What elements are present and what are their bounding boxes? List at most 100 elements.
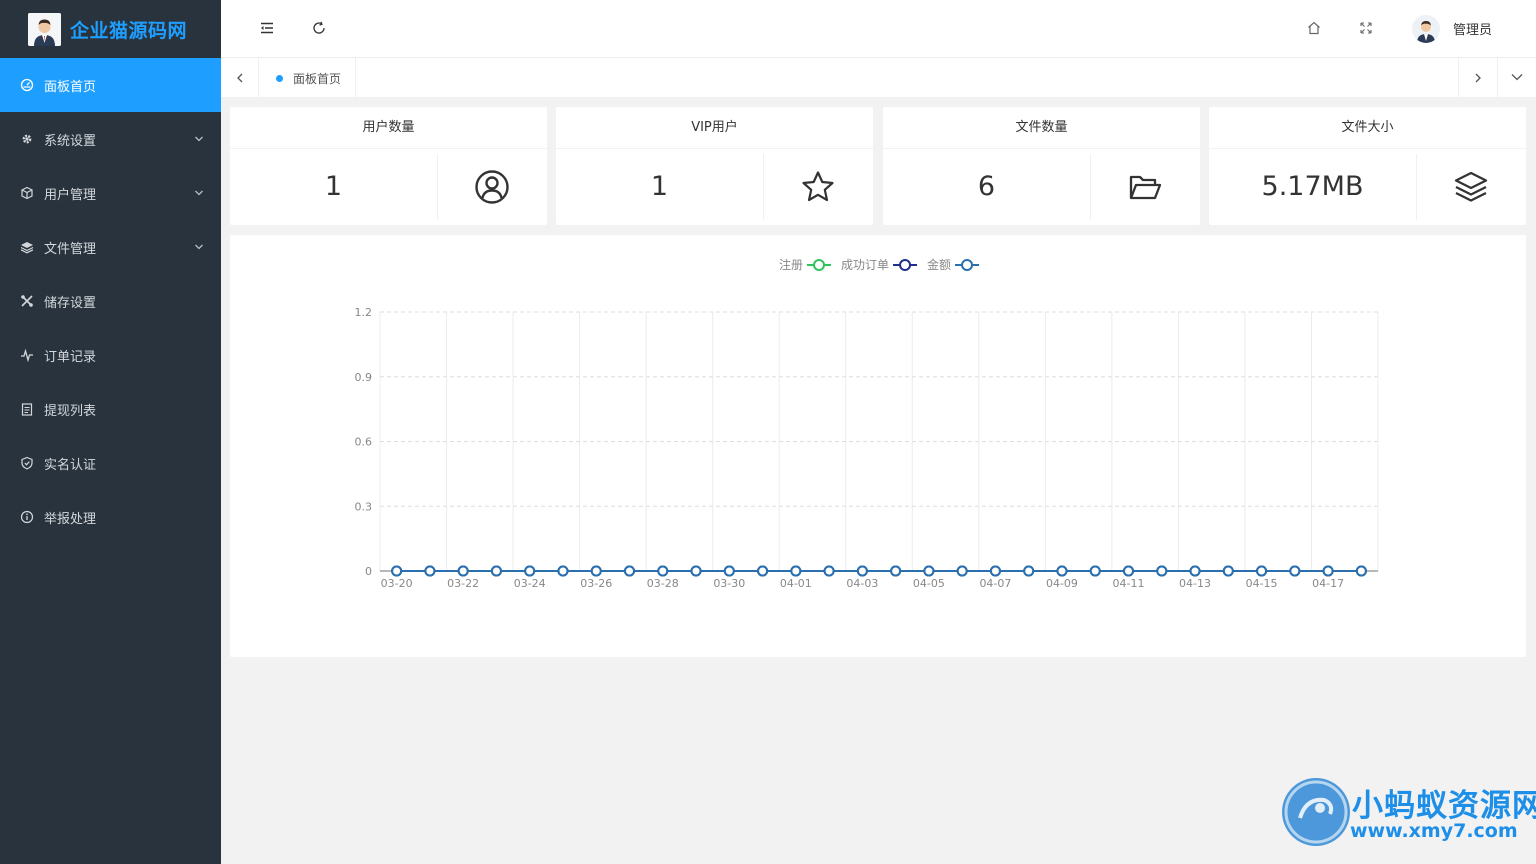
data-point [1189, 565, 1201, 577]
tab-options-button[interactable] [1497, 58, 1535, 98]
data-point [590, 565, 602, 577]
star-icon [763, 149, 873, 225]
chevron-down-icon [193, 133, 205, 145]
chevron-down-icon [193, 187, 205, 199]
data-point [624, 565, 635, 577]
layers-icon [1416, 149, 1526, 225]
sidebar-item-real-name-auth[interactable]: 实名认证 [0, 436, 221, 490]
x-tick-label: 04-15 [1246, 577, 1278, 590]
tab-dashboard[interactable]: 面板首页 [260, 58, 357, 98]
active-dot-icon [276, 74, 283, 82]
x-tick-label: 04-01 [780, 577, 812, 590]
avatar[interactable] [1412, 15, 1440, 43]
data-point [524, 565, 536, 577]
admin-name[interactable]: 管理员 [1453, 19, 1492, 38]
refresh-icon[interactable] [309, 18, 329, 38]
home-icon[interactable] [1304, 18, 1324, 38]
sidebar-item-label: 提现列表 [44, 403, 97, 419]
x-tick-label: 03-30 [713, 577, 745, 590]
y-tick-label: 0.9 [355, 371, 373, 384]
chevron-right-icon [1472, 69, 1484, 88]
pulse-icon [20, 348, 34, 362]
watermark: 小蚂蚁资源网 www.xmy7.com [1282, 778, 1536, 848]
line-chart: 0 0.3 0.6 0.9 1.2 03-20 03-22 03-24 03-26 03-28 03… [355, 257, 1379, 590]
clipboard-icon [20, 402, 34, 416]
sidebar-item-file-management[interactable]: 文件管理 [0, 220, 221, 274]
data-point [723, 565, 735, 577]
sidebar-item-storage-settings[interactable]: 储存设置 [0, 274, 221, 328]
sidebar-item-dashboard[interactable]: 面板首页 [0, 58, 221, 112]
y-tick-label: 0.3 [355, 500, 373, 513]
sidebar-item-withdraw-list[interactable]: 提现列表 [0, 382, 221, 436]
legend-label: 注册 [779, 257, 803, 272]
legend-label: 金额 [927, 257, 951, 272]
x-tick-label: 04-11 [1113, 577, 1145, 590]
data-point [1322, 565, 1334, 577]
chart-panel: 0 0.3 0.6 0.9 1.2 03-20 03-22 03-24 03-26 03-28 03… [230, 235, 1526, 657]
sidebar-item-label: 面板首页 [44, 79, 97, 95]
menu-fold-icon[interactable] [257, 18, 277, 38]
data-point [923, 565, 935, 577]
data-point [1355, 565, 1367, 577]
watermark-logo-icon [1282, 778, 1350, 846]
stat-card-file-size: 文件大小 5.17MB [1209, 107, 1526, 225]
data-point [956, 565, 968, 577]
x-tick-label: 03-24 [514, 577, 546, 590]
watermark-title: 小蚂蚁资源网 [1352, 788, 1536, 824]
folder-open-icon [1090, 149, 1200, 225]
card-title: 文件大小 [1209, 107, 1526, 149]
data-point [391, 565, 403, 577]
sidebar-item-report-handling[interactable]: 举报处理 [0, 490, 221, 544]
data-point [557, 565, 569, 577]
data-point [1222, 565, 1234, 577]
sidebar-item-label: 用户管理 [44, 187, 97, 203]
legend-marker [813, 259, 826, 271]
logo-text: 企业猫源码网 [70, 19, 188, 42]
legend-label: 成功订单 [841, 258, 889, 272]
data-point [1156, 565, 1168, 577]
sidebar-item-label: 系统设置 [44, 133, 97, 149]
sidebar-item-label: 举报处理 [44, 511, 97, 527]
data-point [1123, 565, 1134, 577]
data-point [1023, 565, 1035, 577]
y-tick-label: 0 [365, 565, 372, 578]
data-point [657, 565, 669, 577]
chevron-down-icon [1510, 69, 1524, 88]
data-point [1256, 565, 1268, 577]
dashboard-icon [20, 78, 34, 92]
fullscreen-icon[interactable] [1356, 18, 1376, 38]
x-tick-label: 03-20 [381, 577, 413, 590]
logo-avatar-icon [28, 12, 61, 46]
sidebar-item-label: 文件管理 [44, 241, 97, 257]
x-tick-label: 04-17 [1312, 577, 1344, 590]
data-point [424, 565, 436, 577]
tab-scroll-right-button[interactable] [1458, 58, 1496, 98]
data-point [1056, 565, 1068, 577]
data-point [1089, 565, 1101, 577]
sidebar-item-label: 实名认证 [44, 457, 97, 473]
sidebar-item-order-records[interactable]: 订单记录 [0, 328, 221, 382]
card-value: 1 [650, 171, 669, 202]
card-value: 1 [324, 171, 343, 202]
card-title: 文件数量 [883, 107, 1200, 149]
data-point [856, 565, 868, 577]
legend-marker [961, 259, 974, 271]
y-tick-label: 1.2 [355, 306, 373, 319]
card-title: 用户数量 [230, 107, 547, 149]
data-point [823, 565, 835, 577]
sidebar-item-system-settings[interactable]: 系统设置 [0, 112, 221, 166]
logo[interactable]: 企业猫源码网 [0, 0, 221, 58]
top-header: 管理员 [221, 0, 1536, 58]
stat-card-files: 文件数量 6 [883, 107, 1200, 225]
card-value: 5.17MB [1261, 171, 1364, 202]
data-point [690, 565, 702, 577]
tab-scroll-left-button[interactable] [221, 58, 259, 98]
x-tick-label: 03-26 [580, 577, 612, 590]
tab-label: 面板首页 [293, 71, 342, 86]
legend-marker [899, 259, 912, 271]
watermark-url: www.xmy7.com [1350, 820, 1518, 842]
gear-icon [20, 132, 34, 146]
sidebar-item-user-management[interactable]: 用户管理 [0, 166, 221, 220]
chevron-down-icon [193, 241, 205, 253]
tab-bar: 面板首页 [221, 58, 1536, 98]
